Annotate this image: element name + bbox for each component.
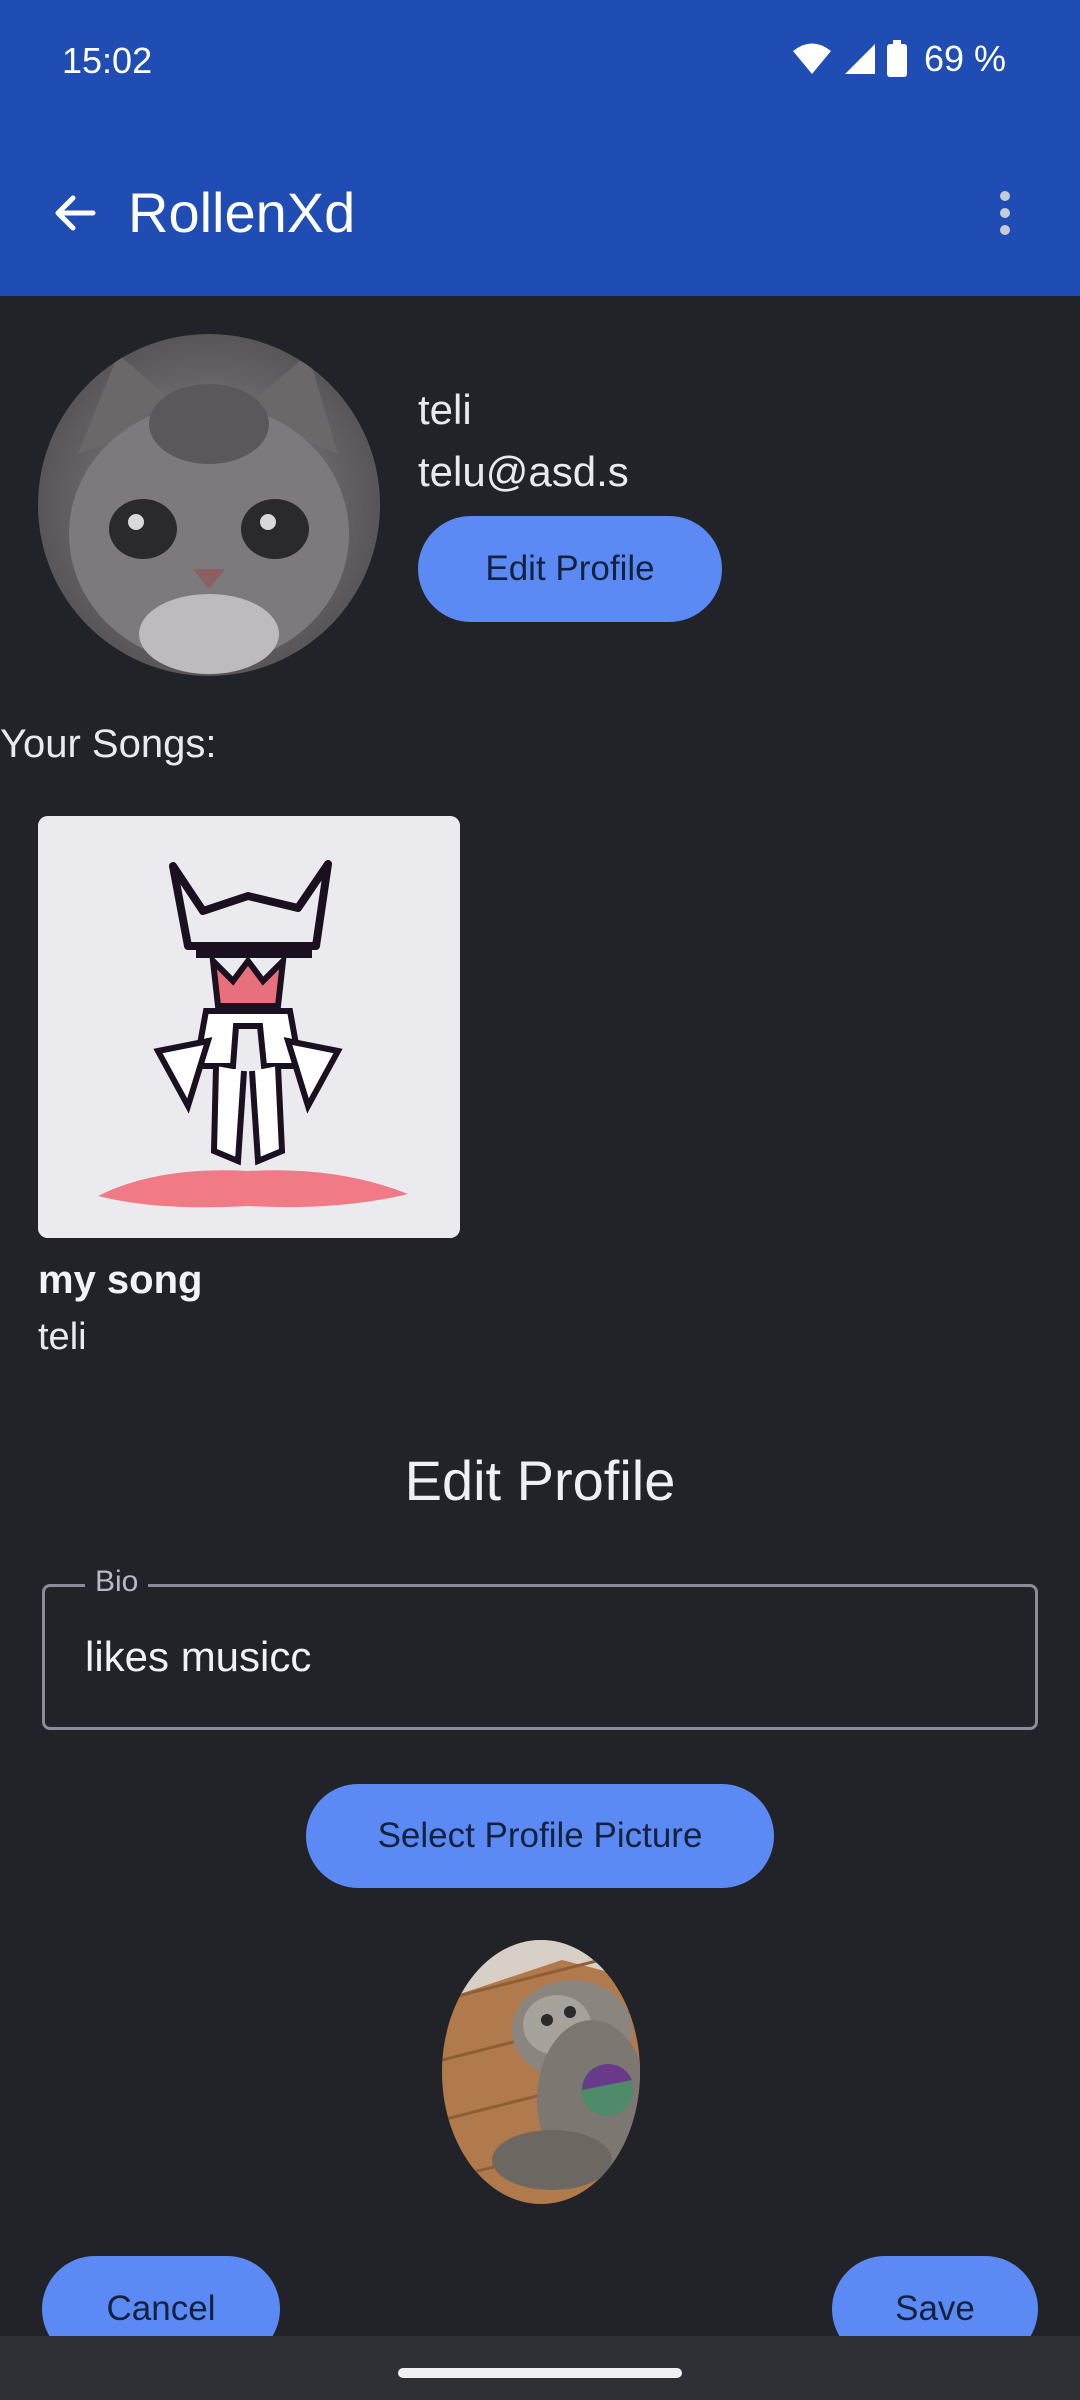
song-artist: teli <box>38 1316 87 1358</box>
song-cover-art <box>38 816 460 1238</box>
status-icons: 69 % <box>792 38 1006 80</box>
edit-profile-button[interactable]: Edit Profile <box>418 516 722 622</box>
bio-input-value[interactable]: likes musicc <box>85 1633 311 1681</box>
arrow-left-icon <box>55 195 96 231</box>
cat-lying-image <box>442 1940 640 2204</box>
song-title: my song <box>38 1258 203 1302</box>
cat-face-image <box>38 334 380 676</box>
select-profile-picture-button[interactable]: Select Profile Picture <box>306 1784 774 1888</box>
app-title: RollenXd <box>128 181 356 244</box>
battery-percentage: 69 % <box>923 38 1006 79</box>
profile-avatar <box>38 334 380 676</box>
overflow-menu-button[interactable] <box>970 178 1040 248</box>
wifi-icon <box>792 43 831 74</box>
signal-icon <box>844 44 875 74</box>
home-gesture-handle[interactable] <box>398 2368 682 2378</box>
song-cover[interactable] <box>38 816 460 1238</box>
bio-field[interactable]: Bio likes musicc <box>42 1565 1038 1730</box>
battery-icon <box>886 40 907 77</box>
app-bar: RollenXd <box>0 128 1080 296</box>
back-button[interactable] <box>40 178 110 248</box>
bio-label: Bio <box>85 1565 149 1599</box>
songs-heading: Your Songs: <box>0 722 217 766</box>
user-email: telu@asd.s <box>418 448 629 495</box>
edit-profile-heading: Edit Profile <box>404 1449 676 1512</box>
profile-picture-preview <box>442 1940 640 2204</box>
status-bar: 15:02 69 % <box>0 0 1080 128</box>
status-time: 15:02 <box>62 40 153 81</box>
user-name: teli <box>418 386 472 433</box>
more-vert-icon <box>1000 191 1010 235</box>
